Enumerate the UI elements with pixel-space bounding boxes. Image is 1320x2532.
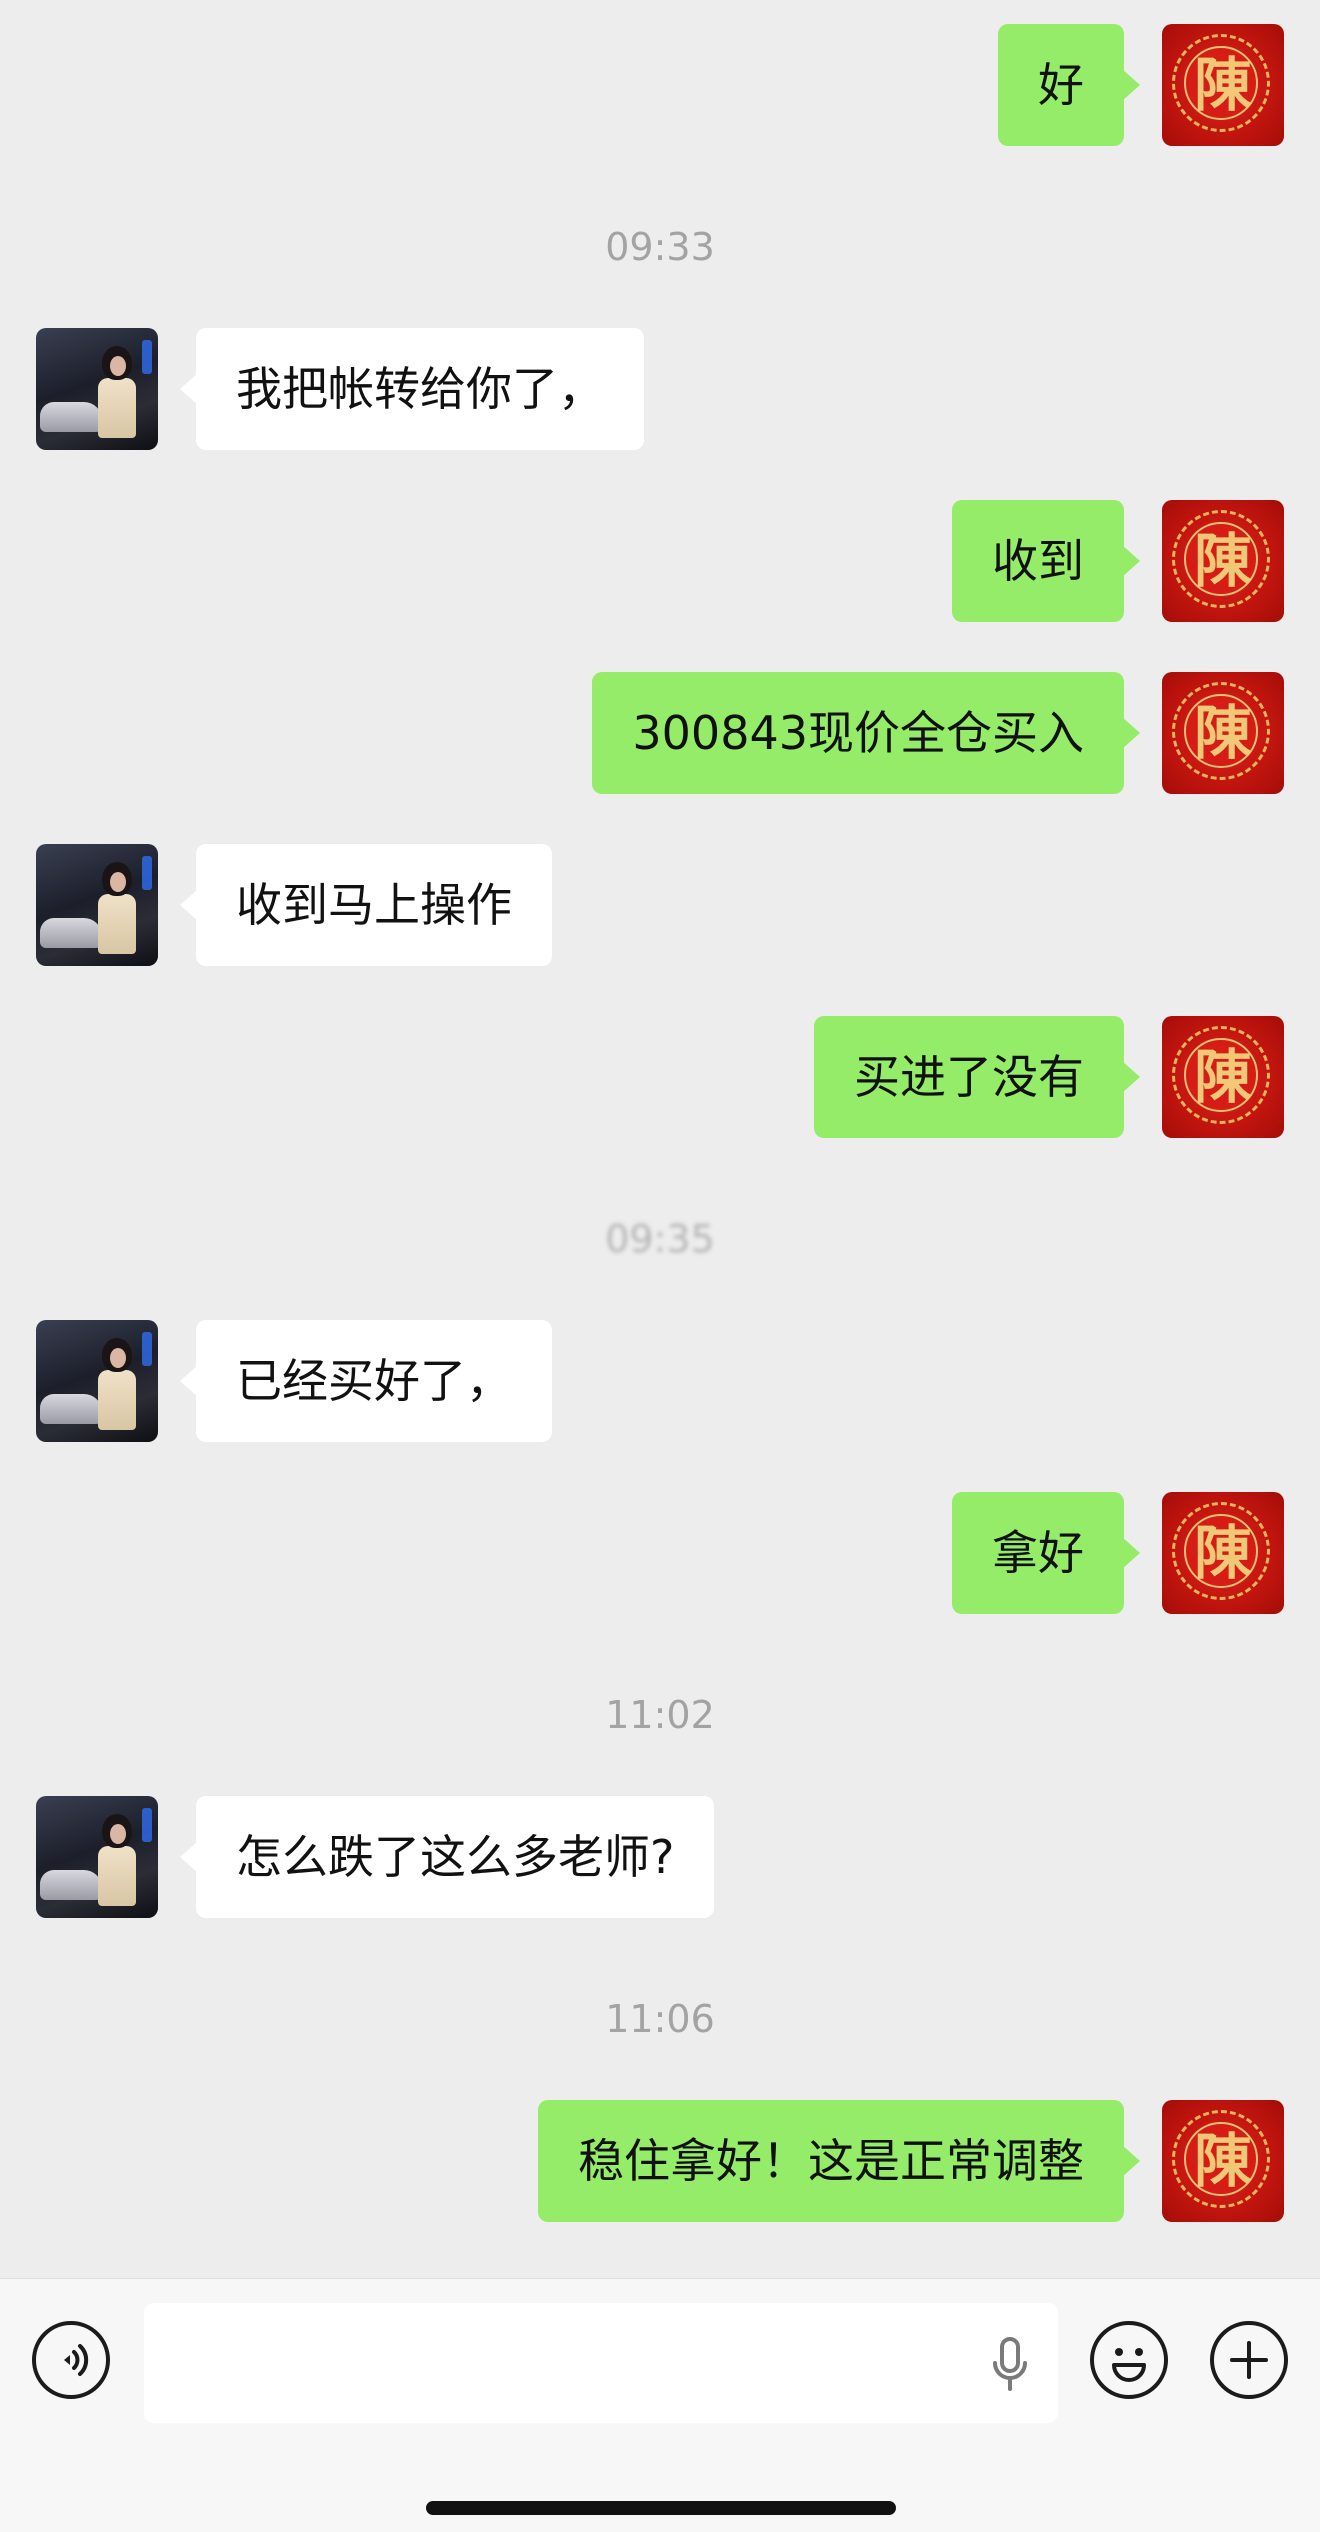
voice-icon <box>64 2344 89 2376</box>
timestamp: 11:02 <box>605 1693 715 1737</box>
message-row-outgoing: 收到 陳 <box>0 500 1320 622</box>
timestamp: 09:33 <box>605 225 715 269</box>
message-bubble-outgoing[interactable]: 300843现价全仓买入 <box>592 672 1140 794</box>
message-row-incoming: 收到马上操作 <box>0 844 1320 966</box>
plus-icon <box>1230 2341 1268 2379</box>
message-bubble-outgoing[interactable]: 稳住拿好！这是正常调整 <box>538 2100 1140 2222</box>
message-input[interactable] <box>144 2303 1058 2423</box>
avatar-character: 陳 <box>1193 527 1252 595</box>
contact-avatar[interactable] <box>36 1796 158 1918</box>
avatar-character: 陳 <box>1193 1519 1252 1587</box>
message-bubble-incoming[interactable]: 我把帐转给你了， <box>180 328 644 450</box>
message-bubble-outgoing[interactable]: 拿好 <box>952 1492 1140 1614</box>
microphone-icon[interactable] <box>990 2337 1030 2393</box>
emoji-icon <box>1112 2348 1146 2382</box>
message-bubble-outgoing[interactable]: 买进了没有 <box>814 1016 1140 1138</box>
self-avatar[interactable]: 陳 <box>1162 24 1284 146</box>
voice-button[interactable] <box>32 2321 110 2399</box>
message-row-outgoing: 300843现价全仓买入 陳 <box>0 672 1320 794</box>
message-bubble-incoming[interactable]: 怎么跌了这么多老师? <box>179 1796 715 1918</box>
timestamp: 11:06 <box>605 1997 715 2041</box>
self-avatar[interactable]: 陳 <box>1162 1492 1284 1614</box>
message-bubble-incoming[interactable]: 已经买好了， <box>180 1320 552 1442</box>
self-avatar[interactable]: 陳 <box>1162 500 1284 622</box>
message-row-outgoing: 买进了没有 陳 <box>0 1016 1320 1138</box>
message-row-incoming: 怎么跌了这么多老师? <box>0 1796 1320 1918</box>
message-row-outgoing: 稳住拿好！这是正常调整 陳 <box>0 2100 1320 2222</box>
message-bubble-incoming[interactable]: 收到马上操作 <box>180 844 552 966</box>
avatar-character: 陳 <box>1193 699 1252 767</box>
message-row-incoming: 我把帐转给你了， <box>0 328 1320 450</box>
self-avatar[interactable]: 陳 <box>1162 672 1284 794</box>
message-bubble-outgoing[interactable]: 好 <box>998 24 1140 146</box>
message-bubble-outgoing[interactable]: 收到 <box>952 500 1140 622</box>
timestamp: 09:35 <box>605 1217 715 1261</box>
message-row-outgoing: 好 陳 <box>0 24 1320 146</box>
emoji-button[interactable] <box>1090 2321 1168 2399</box>
avatar-character: 陳 <box>1193 51 1252 119</box>
avatar-character: 陳 <box>1193 2127 1252 2195</box>
self-avatar[interactable]: 陳 <box>1162 1016 1284 1138</box>
message-row-outgoing: 拿好 陳 <box>0 1492 1320 1614</box>
contact-avatar[interactable] <box>36 844 158 966</box>
chat-history[interactable]: 好 陳 09:33 我把帐转给你了， 收到 陳 300843现价全仓买入 陳 收… <box>0 0 1320 2278</box>
contact-avatar[interactable] <box>36 1320 158 1442</box>
message-row-incoming: 已经买好了， <box>0 1320 1320 1442</box>
home-indicator[interactable] <box>426 2501 896 2515</box>
self-avatar[interactable]: 陳 <box>1162 2100 1284 2222</box>
contact-avatar[interactable] <box>36 328 158 450</box>
more-button[interactable] <box>1210 2321 1288 2399</box>
avatar-character: 陳 <box>1193 1043 1252 1111</box>
input-toolbar <box>0 2278 1320 2532</box>
